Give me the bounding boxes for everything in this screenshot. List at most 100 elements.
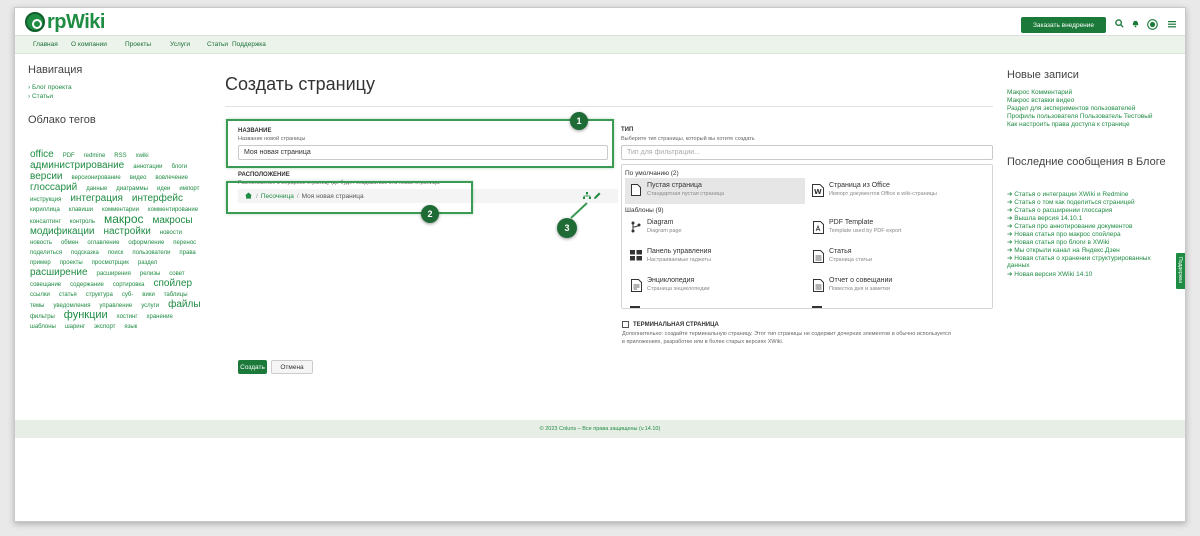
tag-link[interactable]: просмотрщик <box>92 259 129 268</box>
tag-link[interactable]: сортировка <box>113 281 145 290</box>
edit-location-icon[interactable] <box>593 192 601 202</box>
tag-link[interactable]: пользователи <box>132 249 170 258</box>
tag-link[interactable]: настройки <box>103 227 150 237</box>
tag-link[interactable]: office <box>30 150 54 160</box>
tag-link[interactable]: язык <box>124 323 137 332</box>
tag-link[interactable]: файлы <box>168 300 200 310</box>
logo[interactable]: rpWiki <box>25 11 105 33</box>
type-card-encyclopedia[interactable]: Энциклопедия Страница энциклопедии <box>625 273 805 299</box>
tag-link[interactable]: спойлер <box>153 279 192 289</box>
blog-post-link[interactable]: ➔ Статья о интеграции XWiki и Redmine <box>1007 190 1128 198</box>
cancel-button[interactable]: Отмена <box>271 360 313 374</box>
tag-link[interactable]: модификации <box>30 227 95 237</box>
tag-link[interactable]: услуги <box>141 302 159 311</box>
tag-link[interactable]: блоги <box>171 163 187 172</box>
type-card-pdf-template[interactable]: PDF Template Template used by PDF export <box>807 215 987 241</box>
tag-link[interactable]: кириллица <box>30 206 60 215</box>
tag-link[interactable]: версии <box>30 172 63 182</box>
tag-link[interactable]: экспорт <box>94 323 115 332</box>
tag-link[interactable]: статья <box>59 291 77 300</box>
tag-link[interactable]: клавиши <box>69 206 93 215</box>
nav-item-about[interactable]: О компании <box>71 41 107 48</box>
tag-link[interactable]: хостинг <box>117 313 138 322</box>
tag-link[interactable]: оформление <box>128 239 164 248</box>
tag-link[interactable]: структура <box>86 291 113 300</box>
tag-link[interactable]: совещание <box>30 281 61 290</box>
tag-link[interactable]: подсказка <box>71 249 99 258</box>
tag-link[interactable]: раздел <box>138 259 157 268</box>
tag-link[interactable]: оглавление <box>87 239 119 248</box>
tag-link[interactable]: фильтры <box>30 313 55 322</box>
blog-post-link[interactable]: ➔ Статья о том как поделиться страницей <box>1007 198 1135 206</box>
blog-post-link[interactable]: ➔ Статья о расширении глоссария <box>1007 206 1112 214</box>
tag-link[interactable]: хранение <box>146 313 172 322</box>
tag-link[interactable]: расширения <box>96 270 130 279</box>
tag-link[interactable]: расширение <box>30 268 88 278</box>
nav-item-services[interactable]: Услуги <box>170 41 190 48</box>
type-card-diagram[interactable]: Diagram Diagram page <box>625 215 805 241</box>
tag-link[interactable]: макросы <box>152 216 192 226</box>
tag-link[interactable]: темы <box>30 302 44 311</box>
blog-post-link[interactable]: ➔ Новая статья про макрос спойлера <box>1007 230 1121 238</box>
tag-link[interactable]: права <box>179 249 195 258</box>
search-icon[interactable] <box>1113 19 1125 31</box>
tag-link[interactable]: содержание <box>70 281 104 290</box>
tag-link[interactable]: вики <box>142 291 155 300</box>
nav-link-articles[interactable]: › Статьи <box>28 93 211 100</box>
tag-link[interactable]: макрос <box>104 213 144 225</box>
user-avatar-icon[interactable] <box>1146 19 1158 31</box>
type-name: Энциклопедия <box>647 277 695 284</box>
tag-link[interactable]: комментирование <box>148 206 198 215</box>
nav-item-support[interactable]: Поддержка <box>232 41 266 48</box>
blog-post-link[interactable]: ➔ Новая версия XWiki 14.10 <box>1007 270 1092 278</box>
tag-link[interactable]: глоссарий <box>30 183 77 193</box>
blog-post-link[interactable]: ➔ Вышла версия 14.10.1 <box>1007 214 1082 222</box>
recent-link[interactable]: Макрос Комментарий <box>1007 89 1072 96</box>
tag-link[interactable]: интерфейс <box>132 194 183 204</box>
type-card-article[interactable]: Статья Страница статьи <box>807 244 987 270</box>
tag-link[interactable]: поиск <box>108 249 124 258</box>
tag-link[interactable]: перенос <box>173 239 196 248</box>
tag-link[interactable]: xwiki <box>136 152 149 161</box>
type-card-blank-page[interactable]: Пустая страница Стандартная пустая стран… <box>625 178 805 204</box>
nav-item-projects[interactable]: Проекты <box>125 41 151 48</box>
tag-link[interactable]: ссылки <box>30 291 50 300</box>
tag-link[interactable]: новость <box>30 239 52 248</box>
tag-link[interactable]: интеграция <box>70 194 123 204</box>
blog-post-link[interactable]: данных <box>1007 262 1030 269</box>
tag-link[interactable]: обмен <box>61 239 78 248</box>
tag-link[interactable]: функции <box>64 310 108 321</box>
tag-link[interactable]: инструкция <box>30 196 61 205</box>
tag-link[interactable]: версионирование <box>71 174 120 183</box>
tag-link[interactable]: вовлечение <box>155 174 188 183</box>
type-card-dashboard[interactable]: Панель управления Настраиваемые гаджеты <box>625 244 805 270</box>
tag-link[interactable]: администрирование <box>30 161 124 171</box>
type-filter-input[interactable]: Тип для фильтрации... <box>621 145 993 160</box>
tag-link[interactable]: поделиться <box>30 249 62 258</box>
recent-link[interactable]: Раздел для экспериментов пользователей <box>1007 105 1135 112</box>
menu-icon[interactable] <box>1166 19 1178 31</box>
tag-link[interactable]: суб- <box>122 291 134 300</box>
blog-post-link[interactable]: ➔ Новая статья о хранении структурирован… <box>1007 254 1151 262</box>
blog-post-link[interactable]: ➔ Мы открыли канал на Яндекс.Дзен <box>1007 246 1120 254</box>
tag-link[interactable]: видео <box>130 174 147 183</box>
terminal-page-checkbox[interactable] <box>622 321 629 328</box>
type-card-meeting[interactable]: Отчет о совещании Повестка дня и заметки <box>807 273 987 299</box>
nav-item-home[interactable]: Главная <box>33 41 58 48</box>
support-tab[interactable]: Поддержка <box>1175 252 1185 290</box>
blog-post-link[interactable]: ➔ Новая статья про блоги в XWiki <box>1007 238 1109 246</box>
nav-item-articles[interactable]: Статьи <box>207 41 228 48</box>
type-card-office[interactable]: W Страница из Office Импорт документов O… <box>807 178 987 204</box>
bell-icon[interactable] <box>1129 19 1141 31</box>
recent-link[interactable]: Профиль пользователя Пользователь Тестов… <box>1007 113 1153 120</box>
create-button[interactable]: Создать <box>238 360 267 374</box>
blog-post-link[interactable]: ➔ Статья про аннотирование документов <box>1007 222 1132 230</box>
tag-link[interactable]: шаблоны <box>30 323 56 332</box>
tag-link[interactable]: шаринг <box>65 323 85 332</box>
recent-link[interactable]: Макрос вставки видео <box>1007 97 1074 104</box>
tag-link[interactable]: новости <box>160 229 182 238</box>
recent-link[interactable]: Как настроить права доступа к странице <box>1007 121 1130 128</box>
nav-link-blog[interactable]: › Блог проекта <box>28 84 211 91</box>
order-implementation-button[interactable]: Заказать внедрение <box>1021 17 1106 33</box>
tag-link[interactable]: аннотации <box>133 163 162 172</box>
